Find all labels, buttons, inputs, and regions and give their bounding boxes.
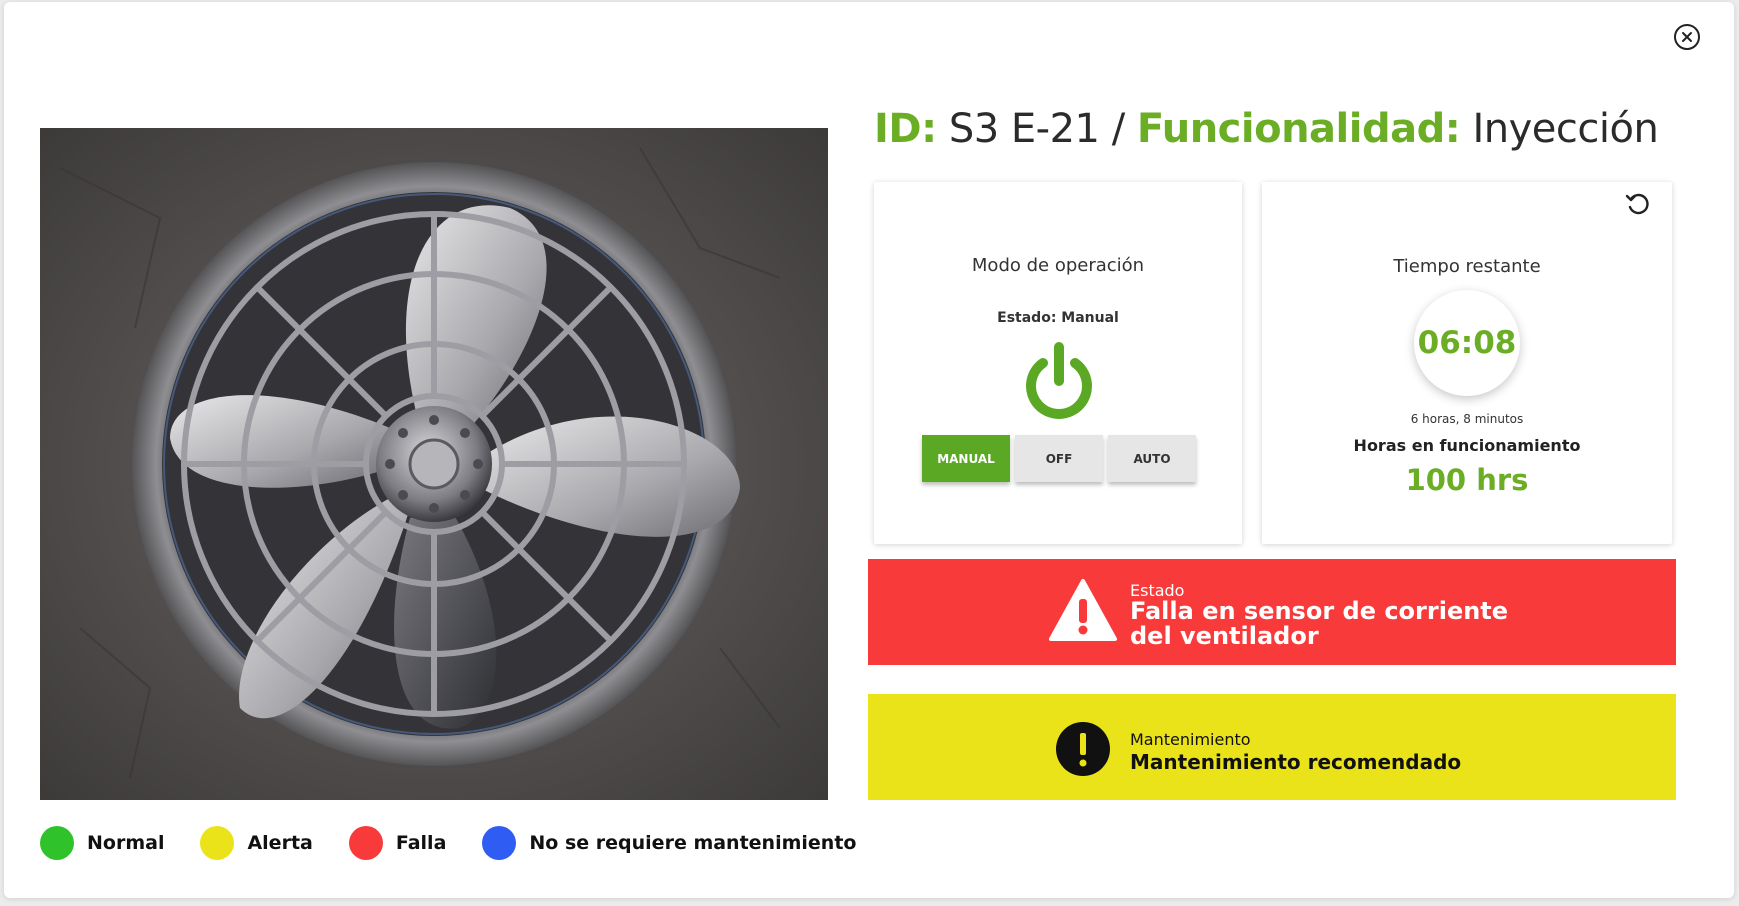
modal-panel: ID: S3 E-21 / Funcionalidad: Inyección M… xyxy=(4,2,1734,898)
legend-label: Alerta xyxy=(247,832,313,854)
close-icon xyxy=(1682,32,1692,42)
maintenance-banner-message: Mantenimiento recomendado xyxy=(1130,750,1462,774)
warning-triangle-icon xyxy=(1049,579,1117,641)
remaining-time-card: Tiempo restante 06:08 6 horas, 8 minutos… xyxy=(1262,182,1672,544)
functionality-label: Funcionalidad: xyxy=(1136,106,1461,152)
legend-dot-red xyxy=(348,826,383,860)
operating-hours-value: 100 hrs xyxy=(1405,463,1529,497)
status-legend: Normal Alerta Falla No se requiere mante… xyxy=(40,826,892,860)
status-message-line-1: Falla en sensor de corriente xyxy=(1130,597,1509,625)
off-mode-button[interactable]: OFF xyxy=(1015,435,1103,482)
mode-button-group: MANUAL OFF AUTO xyxy=(922,435,1196,482)
status-message-line-2: del ventilador xyxy=(1130,622,1319,650)
operation-mode-title: Modo de operación xyxy=(971,255,1145,276)
remaining-time-title: Tiempo restante xyxy=(1393,256,1541,277)
id-value: S3 E-21 / xyxy=(948,106,1125,152)
timer-value: 06:08 xyxy=(1417,325,1517,361)
maintenance-banner: Mantenimiento Mantenimiento recomendado xyxy=(868,694,1676,800)
legend-dot-green xyxy=(40,826,74,860)
legend-dot-blue xyxy=(482,826,517,860)
legend-item-alerta: Alerta xyxy=(200,826,313,860)
legend-label: No se requiere mantenimiento xyxy=(529,832,857,854)
close-button[interactable] xyxy=(1674,24,1700,50)
functionality-value: Inyección xyxy=(1472,106,1659,152)
legend-dot-yellow xyxy=(200,826,235,860)
maintenance-banner-label: Mantenimiento xyxy=(1130,730,1251,749)
status-banner: Estado Falla en sensor de corriente del … xyxy=(868,559,1676,665)
id-label: ID: xyxy=(874,106,937,152)
power-icon[interactable] xyxy=(1023,341,1095,419)
status-banner-message: Falla en sensor de corriente del ventila… xyxy=(1130,599,1508,649)
page-title: ID: S3 E-21 / Funcionalidad: Inyección xyxy=(874,106,1659,158)
timer-subtext: 6 horas, 8 minutos xyxy=(1410,412,1524,426)
legend-item-normal: Normal xyxy=(40,826,164,860)
fan-image xyxy=(40,128,828,800)
exclamation-circle-icon xyxy=(1056,722,1110,776)
legend-item-falla: Falla xyxy=(348,826,447,860)
mode-status-text: Estado: Manual xyxy=(997,310,1119,326)
operating-hours-label: Horas en funcionamiento xyxy=(1353,436,1581,455)
timer-circle: 06:08 xyxy=(1414,290,1520,396)
legend-label: Normal xyxy=(87,832,165,854)
auto-mode-button[interactable]: AUTO xyxy=(1108,435,1196,482)
refresh-icon[interactable] xyxy=(1624,190,1652,218)
operation-mode-card: Modo de operación Estado: Manual MANUAL … xyxy=(874,182,1242,544)
legend-item-no-maintenance: No se requiere mantenimiento xyxy=(482,826,856,860)
legend-label: Falla xyxy=(395,832,447,854)
manual-mode-button[interactable]: MANUAL xyxy=(922,435,1010,482)
